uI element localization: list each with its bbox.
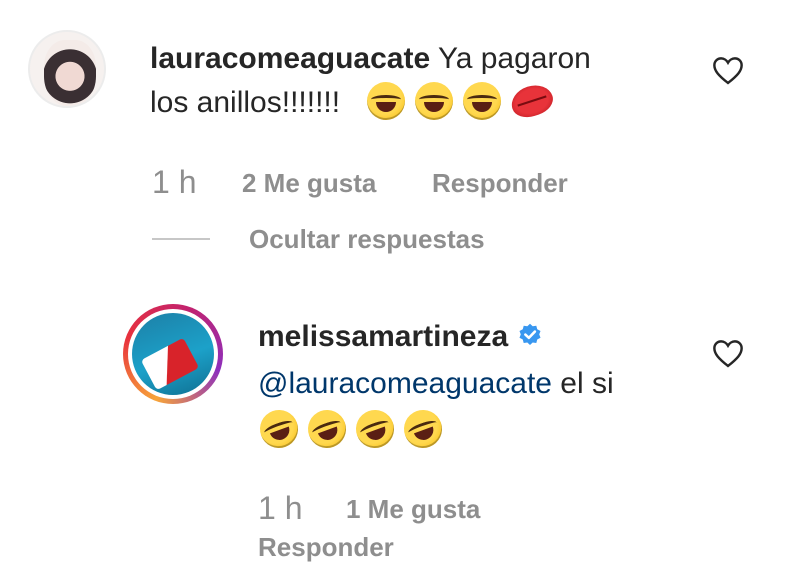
avatar-melissamartineza[interactable] xyxy=(123,304,223,404)
like-heart-icon[interactable] xyxy=(711,55,745,85)
reply-likes-count[interactable]: 1 Me gusta xyxy=(346,494,480,525)
rofl-emoji-icon xyxy=(302,404,352,454)
rofl-emoji-icon xyxy=(398,404,448,454)
avatar-story-ring xyxy=(128,309,218,399)
mention-link[interactable]: @lauracomeaguacate xyxy=(258,367,552,400)
replies-divider xyxy=(152,238,210,240)
reply-text-line: @lauracomeaguacate el si xyxy=(258,365,614,403)
comment-line-1: lauracomeaguacate Ya pagaron xyxy=(150,40,591,78)
hide-replies-button[interactable]: Ocultar respuestas xyxy=(249,224,485,255)
reply-time: 1 h xyxy=(258,490,303,526)
reply-username[interactable]: melissamartineza xyxy=(258,320,508,353)
comment-reply-button[interactable]: Responder xyxy=(432,168,568,199)
like-heart-icon[interactable] xyxy=(711,338,745,368)
reply-text: el si xyxy=(551,367,614,400)
comment-likes-count[interactable]: 2 Me gusta xyxy=(242,168,376,199)
avatar-lauracomeaguacate[interactable] xyxy=(28,30,106,108)
tears-of-joy-emoji-icon xyxy=(462,82,501,120)
boat-image xyxy=(140,337,200,391)
rofl-emoji-icon xyxy=(254,404,304,454)
kiss-mark-emoji-icon xyxy=(507,80,557,122)
profile-photo xyxy=(132,313,214,395)
tears-of-joy-emoji-icon xyxy=(366,82,405,120)
reply-emoji-line xyxy=(254,404,452,454)
comment-text-line2: los anillos!!!!!!! xyxy=(150,86,341,119)
comment-text-line1: Ya pagaron xyxy=(437,42,591,75)
reply-reply-button[interactable]: Responder xyxy=(258,532,394,563)
comment-line-2: los anillos!!!!!!! xyxy=(150,80,557,122)
tears-of-joy-emoji-icon xyxy=(414,82,453,120)
verified-badge-icon xyxy=(519,323,541,345)
profile-photo xyxy=(44,40,96,106)
reply-header: melissamartineza xyxy=(258,318,544,356)
comment-time: 1 h xyxy=(152,164,197,200)
comment-username[interactable]: lauracomeaguacate xyxy=(150,42,430,75)
rofl-emoji-icon xyxy=(350,404,400,454)
